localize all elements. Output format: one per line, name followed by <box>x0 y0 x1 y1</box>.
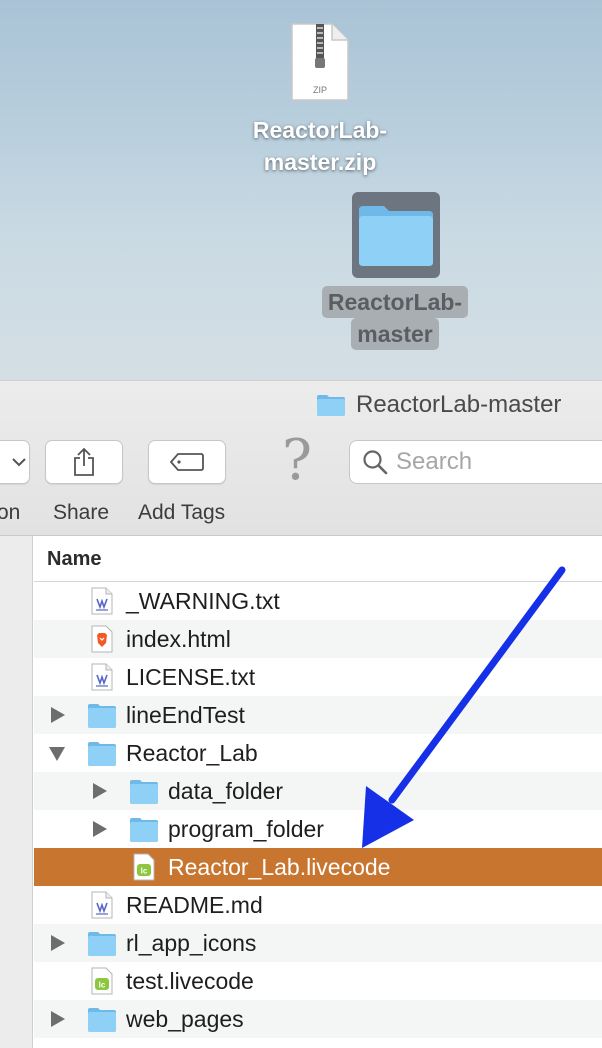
file-row[interactable]: lc Reactor_Lab.livecode <box>34 848 602 886</box>
zip-archive-icon[interactable]: ZIP <box>290 22 350 102</box>
file-name: _WARNING.txt <box>126 587 280 614</box>
file-row[interactable]: rl_app_icons <box>34 924 602 962</box>
view-options-button[interactable] <box>0 440 30 484</box>
disclosure-triangle-collapsed-icon[interactable] <box>51 707 65 723</box>
file-row[interactable]: LICENSE.txt <box>34 658 602 696</box>
file-name: README.md <box>126 891 263 918</box>
title-folder-icon <box>317 395 345 416</box>
help-icon[interactable]: ? <box>282 433 312 489</box>
file-row[interactable]: README.md <box>34 886 602 924</box>
finder-window: ReactorLab-master on Share Add Tags ? Se… <box>0 380 602 1048</box>
folder-icon <box>86 929 116 957</box>
disclosure-triangle-collapsed-icon[interactable] <box>51 1011 65 1027</box>
share-label: Share <box>53 501 110 524</box>
zip-file-label-line2: master.zip <box>263 149 377 175</box>
window-title-text: ReactorLab-master <box>356 391 562 418</box>
search-input[interactable] <box>396 448 596 476</box>
file-row[interactable]: index.html <box>34 620 602 658</box>
file-row[interactable]: lineEndTest <box>34 696 602 734</box>
file-list: Name _WARNING.txt index.html LICENSE.txt li… <box>34 536 602 1048</box>
file-name: lineEndTest <box>126 701 245 728</box>
file-name: Reactor_Lab <box>126 739 258 766</box>
file-row[interactable]: lc test.livecode <box>34 962 602 1000</box>
text-file-icon <box>90 891 120 919</box>
disclosure-triangle-collapsed-icon[interactable] <box>93 783 107 799</box>
file-name: data_folder <box>168 777 284 804</box>
zip-file-label[interactable]: ReactorLab- master.zip <box>200 114 440 178</box>
disclosure-triangle-expanded-icon[interactable] <box>49 747 65 761</box>
file-row[interactable]: Reactor_Lab <box>34 734 602 772</box>
file-row[interactable]: data_folder <box>34 772 602 810</box>
add-tags-button[interactable] <box>148 440 226 484</box>
zip-file-label-line1: ReactorLab- <box>252 117 388 143</box>
share-icon <box>74 447 94 476</box>
search-icon <box>363 450 388 475</box>
search-field[interactable] <box>349 440 602 484</box>
svg-text:lc: lc <box>99 981 106 990</box>
file-row[interactable]: web_pages <box>34 1000 602 1038</box>
file-name: rl_app_icons <box>126 929 257 956</box>
file-name: index.html <box>126 625 231 652</box>
share-button[interactable] <box>45 440 123 484</box>
file-name: Reactor_Lab.livecode <box>168 853 391 880</box>
desktop-folder-label-line2: master <box>351 318 439 350</box>
folder-icon <box>86 739 116 767</box>
text-file-icon <box>90 663 120 691</box>
brave-html-icon <box>90 625 120 653</box>
disclosure-triangle-collapsed-icon[interactable] <box>51 935 65 951</box>
folder-icon <box>86 1005 116 1033</box>
desktop-folder-label-line1: ReactorLab- <box>321 286 469 318</box>
chevron-down-icon <box>12 458 26 467</box>
file-name: LICENSE.txt <box>126 663 256 690</box>
sidebar <box>0 536 33 1048</box>
desktop: ZIP ReactorLab- master.zip ReactorLab- m… <box>0 0 602 380</box>
name-column-header[interactable]: Name <box>34 536 602 582</box>
file-rows: _WARNING.txt index.html LICENSE.txt lineEnd… <box>34 582 602 1038</box>
svg-text:lc: lc <box>141 867 148 876</box>
folder-icon[interactable] <box>356 200 436 268</box>
livecode-file-icon: lc <box>132 853 162 881</box>
livecode-file-icon: lc <box>90 967 120 995</box>
file-name: test.livecode <box>126 967 254 994</box>
zip-badge-text: ZIP <box>313 85 327 95</box>
add-tags-label: Add Tags <box>138 501 226 524</box>
folder-icon <box>86 701 116 729</box>
disclosure-triangle-collapsed-icon[interactable] <box>93 821 107 837</box>
file-name: program_folder <box>168 815 324 842</box>
view-options-label: on <box>0 501 21 524</box>
file-row[interactable]: _WARNING.txt <box>34 582 602 620</box>
tag-icon <box>169 453 204 471</box>
folder-icon <box>128 777 158 805</box>
desktop-folder-label[interactable]: ReactorLab- master <box>312 286 478 350</box>
text-file-icon <box>90 587 120 615</box>
file-name: web_pages <box>126 1005 244 1032</box>
folder-icon <box>128 815 158 843</box>
window-title: ReactorLab-master <box>316 391 561 419</box>
file-row[interactable]: program_folder <box>34 810 602 848</box>
toolbar: ReactorLab-master on Share Add Tags ? <box>0 380 602 536</box>
